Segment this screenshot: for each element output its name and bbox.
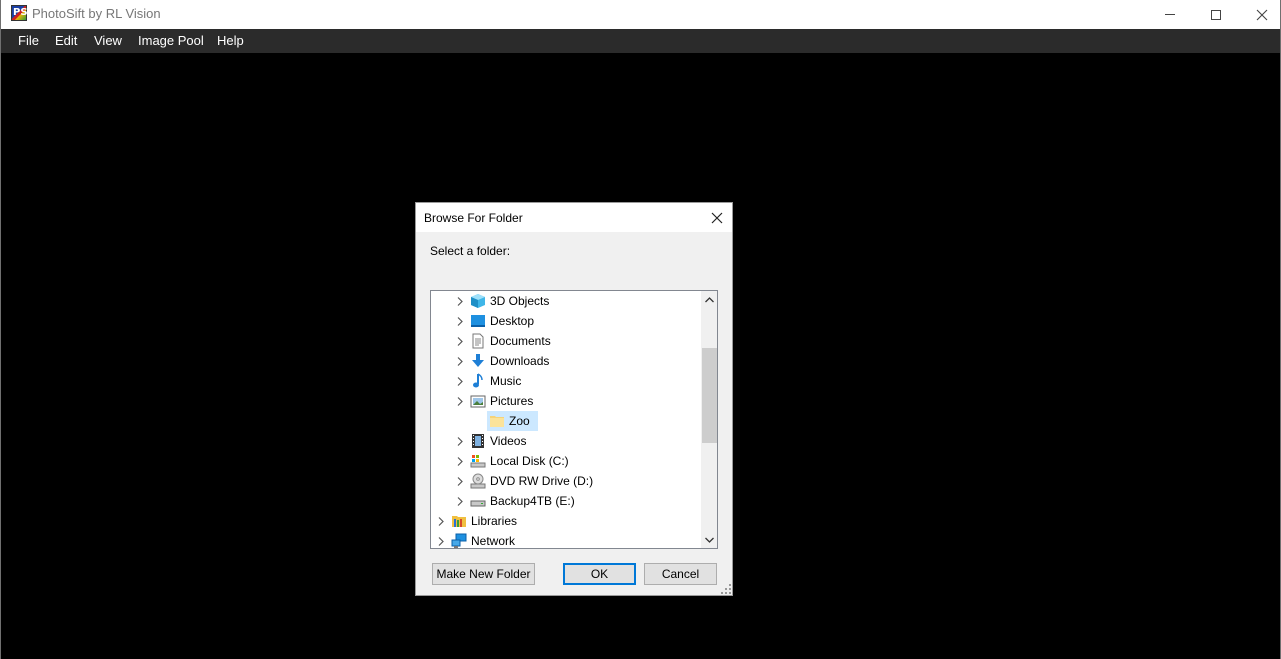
tree-item[interactable]: Network [431,531,701,548]
chevron-down-icon [705,537,714,543]
tree-item[interactable]: 3D Objects [431,291,701,311]
tree-item[interactable]: Music [431,371,701,391]
make-new-folder-button[interactable]: Make New Folder [432,563,535,585]
tree-item-label: Downloads [490,354,550,368]
menu-help[interactable]: Help [217,33,244,48]
libraries-icon [451,513,467,529]
tree-item[interactable]: Videos [431,431,701,451]
dialog-title: Browse For Folder [424,211,523,225]
pictures-icon [470,393,486,409]
close-icon [711,212,723,224]
window-title: PhotoSift by RL Vision [32,6,161,21]
3d-objects-icon [470,293,486,309]
chevron-right-icon[interactable] [455,395,465,407]
tree-item[interactable]: DVD RW Drive (D:) [431,471,701,491]
downloads-icon [470,353,486,369]
scroll-thumb[interactable] [702,348,717,443]
dialog-title-bar[interactable]: Browse For Folder [416,203,732,232]
tree-item-label: Music [490,374,522,388]
tree-scrollbar[interactable] [701,291,717,548]
chevron-right-icon[interactable] [455,455,465,467]
tree-item-label: Zoo [509,414,530,428]
chevron-right-icon[interactable] [455,435,465,447]
folder-icon [489,413,505,429]
chevron-right-icon[interactable] [455,355,465,367]
resize-grip-icon[interactable] [721,584,731,594]
maximize-icon [1211,9,1221,20]
chevron-right-icon[interactable] [455,335,465,347]
network-icon [451,533,467,548]
tree-item-label: DVD RW Drive (D:) [490,474,594,488]
tree-item[interactable]: Pictures [431,391,701,411]
chevron-right-icon[interactable] [455,495,465,507]
menu-image-pool[interactable]: Image Pool [138,33,204,48]
photosift-app-icon: PS [11,5,28,21]
chevron-right-icon[interactable] [455,475,465,487]
tree-item[interactable]: Backup4TB (E:) [431,491,701,511]
tree-item[interactable]: Documents [431,331,701,351]
tree-item[interactable]: Desktop [431,311,701,331]
chevron-up-icon [705,296,714,302]
menu-view[interactable]: View [94,33,122,48]
scroll-down-button[interactable] [701,531,717,548]
menu-file[interactable]: File [18,33,39,48]
minimize-button[interactable] [1147,0,1193,29]
scroll-up-button[interactable] [701,291,717,308]
tree-item-label: Local Disk (C:) [490,454,569,468]
tree-item-label: Desktop [490,314,535,328]
app-icon-label: PS [13,7,28,18]
dvd-drive-icon [470,473,486,489]
tree-item-label: Backup4TB (E:) [490,494,575,508]
tree-item-label: Pictures [490,394,534,408]
chevron-right-icon[interactable] [455,295,465,307]
close-window-button[interactable] [1239,0,1281,29]
title-bar[interactable]: PS PhotoSift by RL Vision [0,0,1281,29]
dialog-prompt: Select a folder: [430,244,511,258]
chevron-right-icon[interactable] [436,515,446,527]
tree-item-label: Libraries [471,514,518,528]
ok-button[interactable]: OK [563,563,636,585]
tree-item-label: Network [471,534,516,548]
tree-item-label: 3D Objects [490,294,550,308]
documents-icon [470,333,486,349]
chevron-right-icon[interactable] [455,375,465,387]
menu-edit[interactable]: Edit [55,33,77,48]
hard-drive-icon [470,493,486,509]
tree-item[interactable]: Local Disk (C:) [431,451,701,471]
minimize-icon [1165,14,1175,15]
tree-item[interactable]: Zoo [431,411,701,431]
chevron-right-icon[interactable] [455,315,465,327]
dialog-close-button[interactable] [706,207,728,229]
chevron-right-icon[interactable] [436,535,446,547]
videos-icon [470,433,486,449]
local-disk-icon [470,453,486,469]
music-icon [470,373,486,389]
tree-item-label: Videos [490,434,527,448]
browse-for-folder-dialog: Browse For Folder Select a folder: 3D Ob… [415,202,733,596]
tree-item-label: Documents [490,334,551,348]
folder-tree[interactable]: 3D Objects Desktop Documents Downloads Music… [430,290,718,549]
menu-bar: File Edit View Image Pool Help [0,29,1281,53]
cancel-button[interactable]: Cancel [644,563,717,585]
close-icon [1256,9,1268,20]
tree-item[interactable]: Downloads [431,351,701,371]
desktop-icon [470,313,486,329]
tree-item[interactable]: Libraries [431,511,701,531]
maximize-button[interactable] [1193,0,1239,29]
